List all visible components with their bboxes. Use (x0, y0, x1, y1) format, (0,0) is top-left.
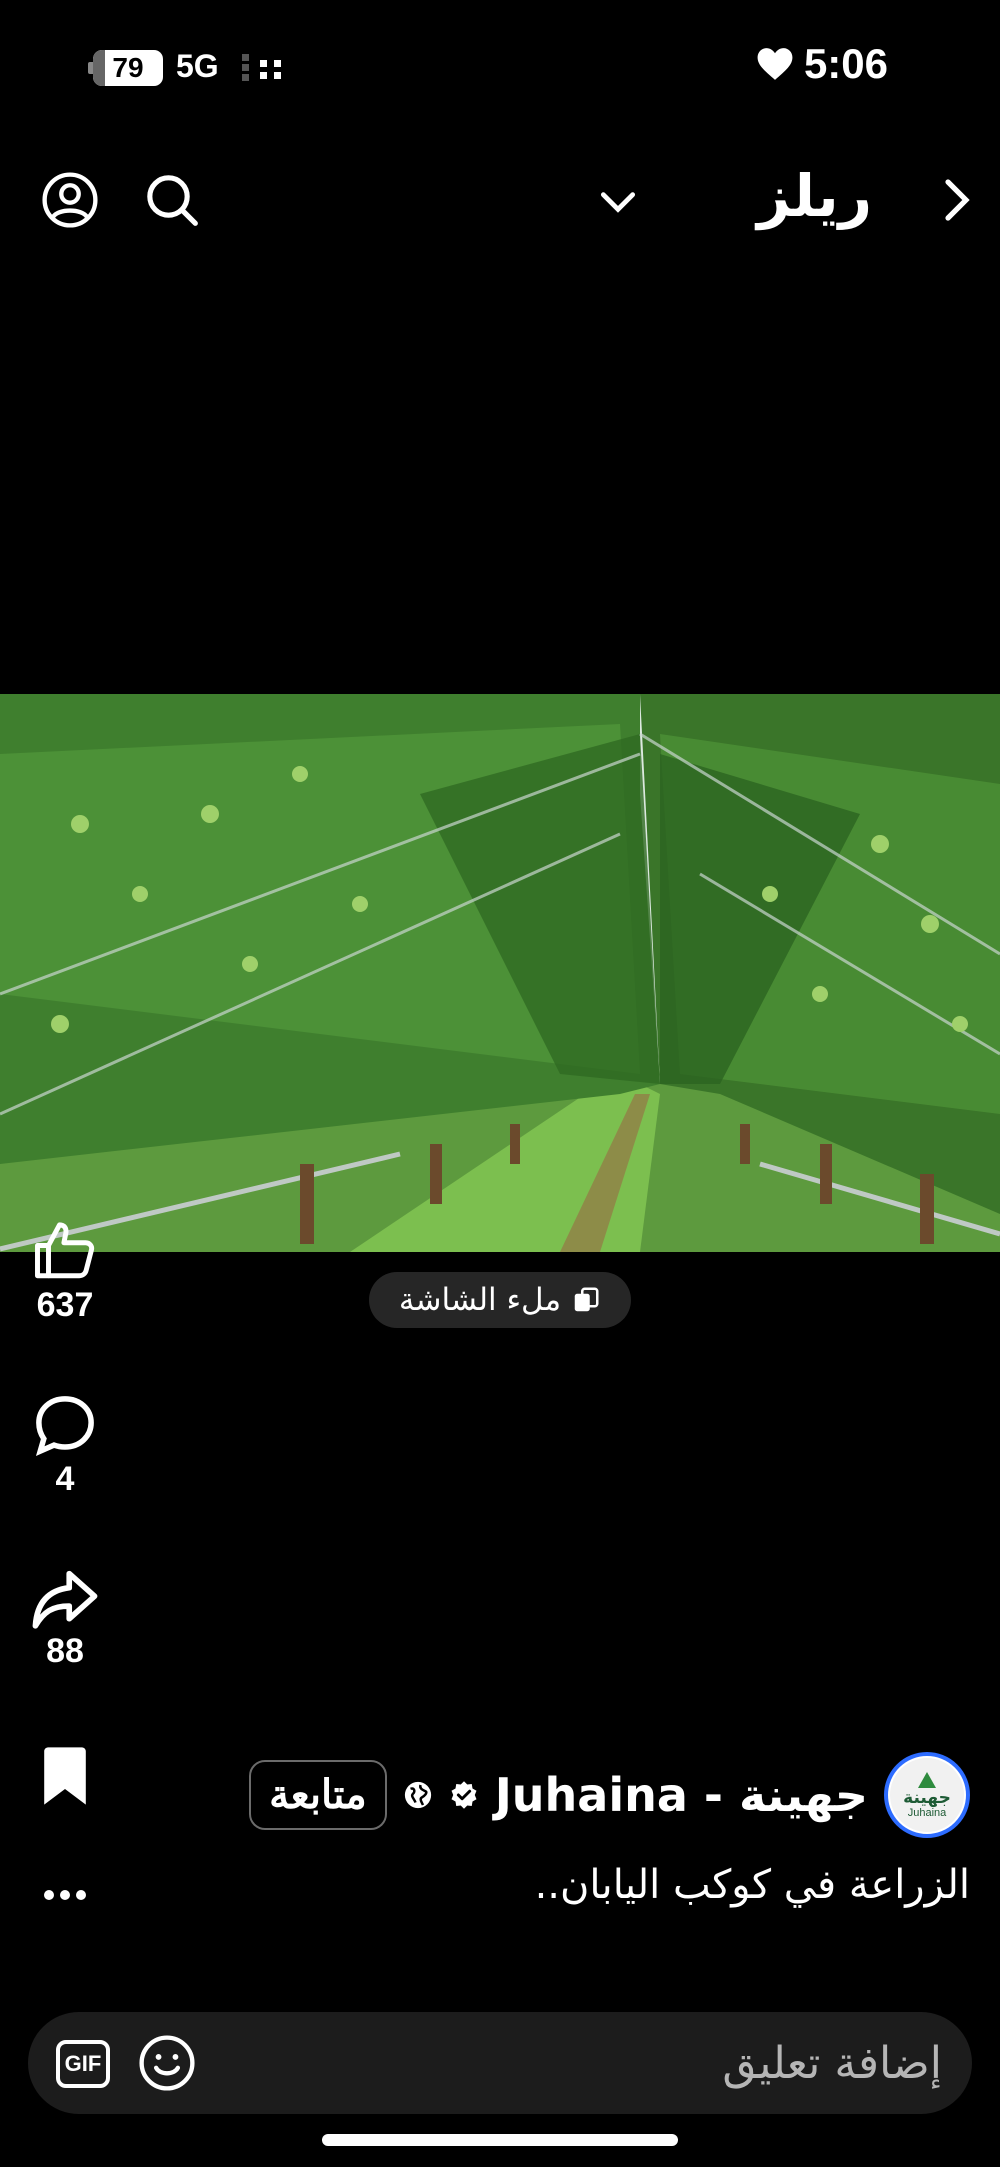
more-icon (44, 1890, 86, 1900)
share-icon (32, 1570, 98, 1629)
video-player[interactable] (0, 694, 1000, 1252)
chevron-right-icon (945, 179, 970, 221)
author-name[interactable]: جهينة - Juhaina (495, 1768, 868, 1822)
comment-button[interactable]: 4 (18, 1392, 112, 1499)
fullscreen-label: ملء الشاشة (398, 1282, 562, 1318)
status-bar: 79 5G 5:06 (0, 0, 1000, 130)
avatar-text: جهينة (903, 1788, 951, 1808)
heart-icon (757, 48, 793, 80)
profile-icon (42, 172, 98, 228)
like-button[interactable]: 637 (18, 1218, 112, 1325)
clock: 5:06 (803, 40, 888, 87)
comment-icon (35, 1396, 94, 1457)
comment-count: 4 (55, 1460, 75, 1498)
save-button[interactable] (18, 1744, 112, 1808)
author-row: جهينة Juhaina جهينة - Juhaina متابعة (249, 1752, 970, 1838)
fullscreen-icon (574, 1287, 599, 1312)
globe-icon (404, 1781, 431, 1809)
more-button[interactable] (18, 1872, 112, 1918)
caption[interactable]: الزراعة في كوكب اليابان.. (535, 1862, 970, 1908)
chevron-down-icon[interactable] (596, 180, 640, 224)
share-button[interactable]: 88 (18, 1568, 112, 1671)
verified-icon (451, 1781, 477, 1809)
avatar[interactable]: جهينة Juhaina (884, 1752, 970, 1838)
emoji-icon[interactable] (138, 2034, 196, 2092)
home-indicator[interactable] (322, 2134, 678, 2146)
thumbs-up-icon (35, 1222, 95, 1279)
leaf-icon (918, 1772, 936, 1788)
juhaina-logo: جهينة Juhaina (890, 1758, 964, 1832)
signal-icon (242, 54, 281, 81)
follow-button[interactable]: متابعة (249, 1760, 387, 1830)
search-button[interactable] (140, 168, 204, 232)
comment-input[interactable] (342, 2012, 942, 2114)
back-button[interactable] (924, 168, 988, 232)
comment-bar: GIF (28, 2012, 972, 2114)
fullscreen-button[interactable]: ملء الشاشة (369, 1272, 631, 1328)
bookmark-icon (44, 1747, 86, 1805)
header: ريلز (0, 150, 1000, 250)
network-label: 5G (176, 48, 219, 84)
search-icon (147, 175, 198, 226)
page-title[interactable]: ريلز (757, 162, 872, 230)
orchard-video-frame (0, 694, 1000, 1252)
profile-button[interactable] (38, 168, 102, 232)
like-count: 637 (36, 1286, 94, 1324)
avatar-subtext: Juhaina (907, 1807, 947, 1819)
battery-level: 79 (112, 52, 144, 83)
share-count: 88 (46, 1632, 84, 1670)
gif-button[interactable]: GIF (56, 2040, 110, 2088)
